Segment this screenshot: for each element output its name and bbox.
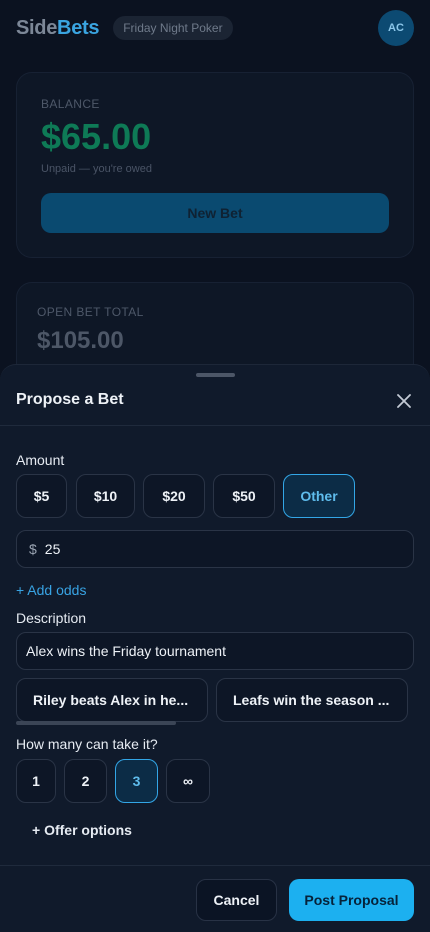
suggestion-chip[interactable]: Leafs win the season ... xyxy=(216,678,408,722)
custom-amount-input[interactable] xyxy=(44,541,401,557)
cancel-button[interactable]: Cancel xyxy=(196,879,277,921)
balance-label: BALANCE xyxy=(41,97,100,111)
logo-text-side: Side xyxy=(16,16,58,39)
suggestion-text: Riley beats Alex in he... xyxy=(33,692,189,708)
balance-amount: $65.00 xyxy=(41,116,152,157)
new-bet-button[interactable]: New Bet xyxy=(41,193,389,233)
sheet-header-divider xyxy=(0,425,430,426)
sheet-grabber[interactable] xyxy=(196,373,235,377)
offer-options-link[interactable]: + Offer options xyxy=(32,822,132,838)
suggestion-chip[interactable]: Riley beats Alex in he... xyxy=(16,678,208,722)
amount-chip-5[interactable]: $5 xyxy=(16,474,67,518)
amount-chip-20[interactable]: $20 xyxy=(143,474,205,518)
description-input[interactable] xyxy=(26,643,404,659)
takers-chip-3[interactable]: 3 xyxy=(115,759,158,803)
takers-chip-1[interactable]: 1 xyxy=(16,759,56,803)
balance-status: Unpaid — you're owed xyxy=(41,163,152,175)
balance-card: BALANCE $65.00 Unpaid — you're owed New … xyxy=(16,72,414,258)
sheet-title: Propose a Bet xyxy=(16,391,124,408)
sheet-footer-divider xyxy=(0,865,430,866)
takers-chip-unlimited[interactable]: ∞ xyxy=(166,759,210,803)
amount-chip-other[interactable]: Other xyxy=(283,474,355,518)
amount-label: Amount xyxy=(16,452,65,468)
app-header: SideBets Friday Night Poker AC xyxy=(0,0,430,56)
app-logo[interactable]: SideBets xyxy=(16,16,100,40)
custom-amount-field[interactable]: $ xyxy=(16,530,414,568)
open-bet-label: OPEN BET TOTAL xyxy=(37,305,144,319)
amount-chip-10[interactable]: $10 xyxy=(76,474,135,518)
description-label: Description xyxy=(16,610,87,626)
group-name-chip[interactable]: Friday Night Poker xyxy=(113,16,233,40)
post-proposal-button[interactable]: Post Proposal xyxy=(289,879,414,921)
close-icon xyxy=(397,394,411,408)
suggestions-scrollbar[interactable] xyxy=(16,721,176,725)
takers-label: How many can take it? xyxy=(16,736,158,752)
currency-symbol: $ xyxy=(29,541,37,557)
propose-bet-sheet: Propose a Bet Amount $5 $10 $20 $50 Othe… xyxy=(0,364,430,932)
amount-chip-50[interactable]: $50 xyxy=(213,474,275,518)
logo-text-bets: Bets xyxy=(57,16,100,39)
takers-chip-2[interactable]: 2 xyxy=(64,759,107,803)
add-odds-link[interactable]: + Add odds xyxy=(16,582,86,598)
description-field[interactable] xyxy=(16,632,414,670)
close-button[interactable] xyxy=(392,389,416,413)
avatar[interactable]: AC xyxy=(378,10,414,46)
open-bet-amount: $105.00 xyxy=(37,327,124,354)
suggestion-text: Leafs win the season ... xyxy=(233,692,390,708)
